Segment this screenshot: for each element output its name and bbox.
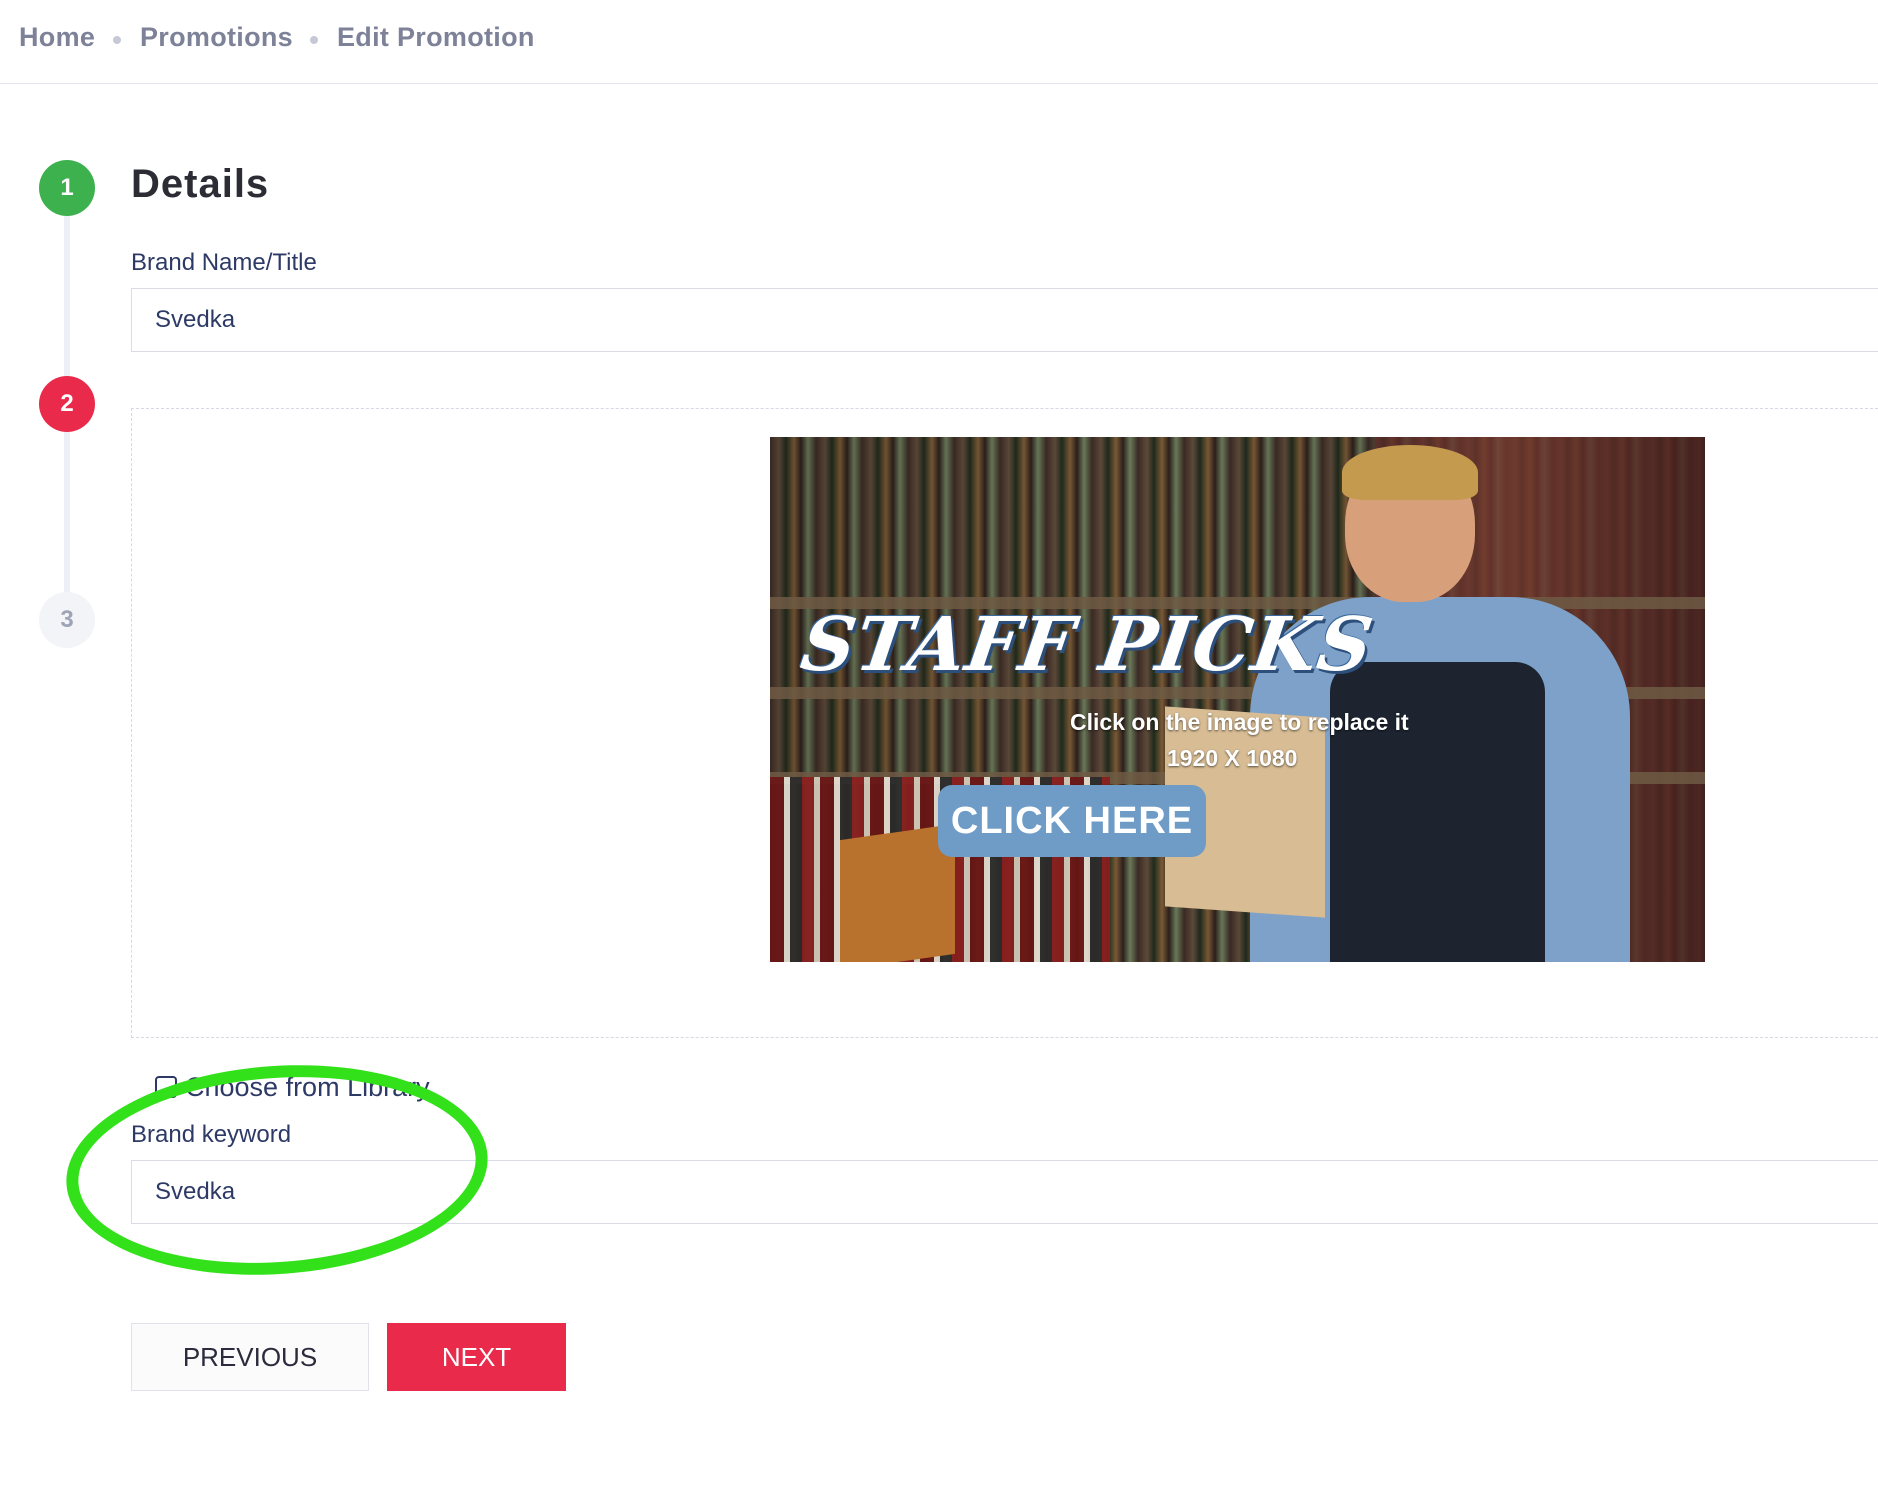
step-1-indicator[interactable]: 1 <box>39 160 95 216</box>
image-person-apron <box>1330 662 1545 962</box>
brand-name-label: Brand Name/Title <box>131 249 317 276</box>
breadcrumb-home-link[interactable]: Home <box>19 22 95 53</box>
replace-image-hint: Click on the image to replace it <box>1070 709 1409 735</box>
staff-picks-headline: STAFF PICKS <box>795 602 1379 688</box>
library-label[interactable]: Choose from Library <box>185 1072 430 1103</box>
image-dimensions: 1920 X 1080 <box>1167 745 1298 771</box>
breadcrumb-current: Edit Promotion <box>337 22 535 52</box>
step-2-indicator[interactable]: 2 <box>39 376 95 432</box>
image-person-hair <box>1342 445 1478 500</box>
breadcrumb: Home Promotions Edit Promotion <box>0 0 1878 84</box>
promo-image[interactable]: STAFF PICKS Click on the image to replac… <box>770 437 1705 962</box>
breadcrumb-separator <box>310 36 318 44</box>
library-checkbox[interactable] <box>155 1076 177 1098</box>
step-3-indicator[interactable]: 3 <box>39 592 95 648</box>
previous-button[interactable]: PREVIOUS <box>131 1323 369 1391</box>
click-here-button[interactable]: CLICK HERE <box>938 785 1206 857</box>
stepper-connector <box>64 216 70 376</box>
stepper-connector <box>64 432 70 592</box>
section-title: Details <box>131 162 270 206</box>
brand-keyword-label: Brand keyword <box>131 1121 292 1148</box>
brand-keyword-input[interactable] <box>131 1160 1878 1224</box>
next-button[interactable]: NEXT <box>387 1323 566 1391</box>
breadcrumb-promotions-link[interactable]: Promotions <box>140 22 293 53</box>
brand-name-input[interactable] <box>131 288 1878 352</box>
breadcrumb-separator <box>113 36 121 44</box>
